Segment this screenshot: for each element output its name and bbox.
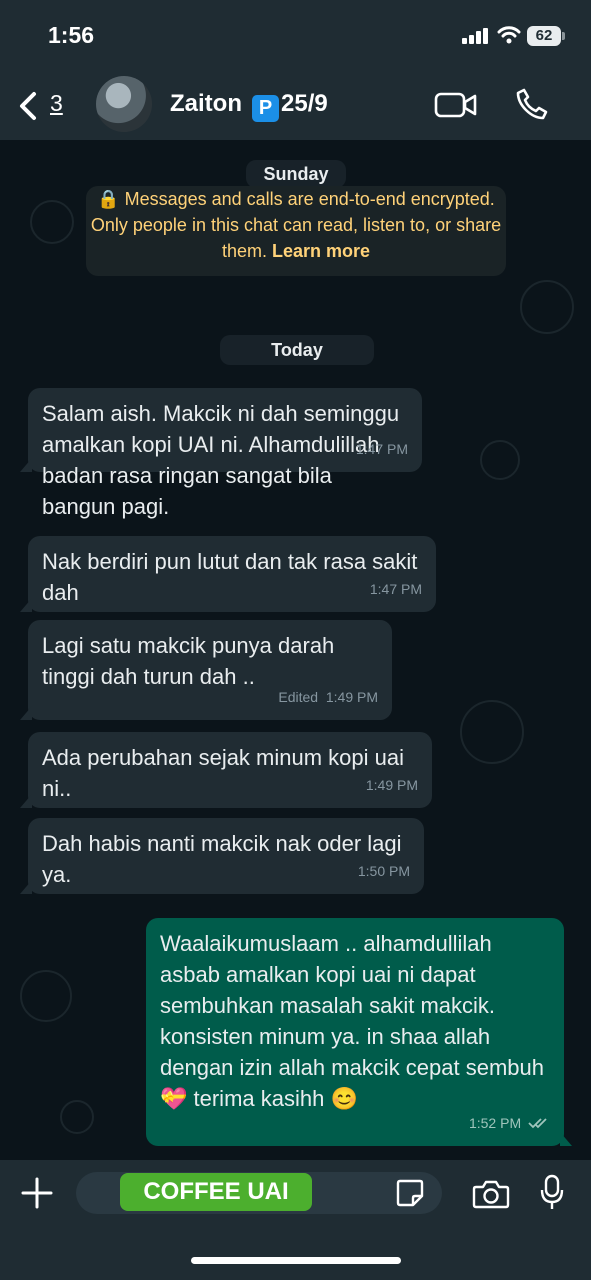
date-separator-today: Today	[220, 335, 374, 365]
coffee-uai-overlay-label: COFFEE UAI	[120, 1173, 312, 1211]
microphone-icon[interactable]	[540, 1174, 564, 1212]
wallpaper-doodle	[60, 1100, 94, 1134]
contact-name[interactable]: Zaiton P 25/9	[170, 90, 328, 122]
message-text: Lagi satu makcik punya darah tinggi dah …	[42, 633, 335, 689]
contact-name-text: Zaiton	[170, 90, 242, 117]
wallpaper-doodle	[480, 440, 520, 480]
cellular-signal-icon	[462, 28, 488, 44]
chat-area[interactable]: Sunday 🔒 Messages and calls are end-to-en…	[0, 140, 591, 1160]
double-check-icon	[528, 1118, 547, 1129]
contact-name-suffix: 25/9	[281, 90, 328, 117]
battery-icon: 62	[527, 26, 565, 46]
encryption-notice[interactable]: 🔒 Messages and calls are end-to-end encry…	[86, 186, 506, 276]
message-text: Waalaikumuslaam .. alhamdullilah asbab a…	[160, 931, 545, 1111]
status-time: 1:56	[48, 22, 95, 48]
bubble-tail	[20, 706, 32, 720]
message-time: 1:49 PM	[365, 777, 418, 793]
parking-badge-icon: P	[252, 95, 279, 122]
edited-label: Edited	[278, 689, 319, 705]
lock-icon: 🔒	[97, 189, 120, 209]
status-bar: 1:56 62	[0, 0, 591, 70]
wifi-icon	[497, 26, 521, 44]
contact-avatar[interactable]	[96, 76, 152, 132]
back-chevron-icon[interactable]	[12, 88, 52, 124]
message-meta: Edited 1:49 PM	[278, 682, 378, 713]
date-separator-sunday: Sunday	[246, 160, 346, 188]
bubble-tail	[20, 880, 32, 894]
message-bubble-outgoing[interactable]: Waalaikumuslaam .. alhamdullilah asbab a…	[146, 918, 572, 1146]
bubble-tail	[20, 598, 32, 612]
message-time: 1:47 PM	[369, 581, 422, 597]
bubble-tail	[560, 1132, 572, 1146]
wallpaper-doodle	[30, 200, 74, 244]
video-call-icon[interactable]	[434, 90, 478, 120]
message-time: 1:52 PM	[468, 1115, 522, 1131]
wallpaper-doodle	[20, 970, 72, 1022]
learn-more-link[interactable]: Learn more	[272, 241, 370, 261]
wallpaper-doodle	[460, 700, 524, 764]
message-time: 1:49 PM	[325, 689, 378, 705]
message-bubble-incoming[interactable]: Salam aish. Makcik ni dah seminggu amalk…	[20, 388, 422, 519]
unread-count[interactable]: 3	[50, 90, 63, 117]
message-bubble-incoming[interactable]: Dah habis nanti makcik nak oder lagi ya.…	[20, 818, 424, 894]
message-time: 1:50 PM	[357, 863, 410, 879]
camera-icon[interactable]	[472, 1178, 510, 1210]
message-time: 1:47 PM	[355, 441, 408, 457]
message-text: Salam aish. Makcik ni dah seminggu amalk…	[42, 401, 400, 519]
message-text: Dah habis nanti makcik nak oder lagi ya.	[42, 831, 402, 887]
message-meta: 1:52 PM	[469, 1108, 550, 1139]
chat-header: 3 Zaiton P 25/9	[0, 70, 591, 140]
message-bubble-incoming[interactable]: Ada perubahan sejak minum kopi uai ni.. …	[20, 732, 432, 808]
bubble-tail	[20, 458, 32, 472]
bubble-tail	[20, 794, 32, 808]
plus-icon[interactable]	[20, 1176, 54, 1210]
message-text: Ada perubahan sejak minum kopi uai ni..	[42, 745, 405, 801]
message-text: Nak berdiri pun lutut dan tak rasa sakit…	[42, 549, 418, 605]
wallpaper-doodle	[520, 280, 574, 334]
message-bubble-incoming[interactable]: Nak berdiri pun lutut dan tak rasa sakit…	[20, 536, 436, 612]
message-bubble-incoming[interactable]: Lagi satu makcik punya darah tinggi dah …	[20, 620, 392, 720]
sticker-icon[interactable]	[395, 1178, 425, 1208]
message-input-bar: COFFEE UAI	[0, 1160, 591, 1280]
home-indicator[interactable]	[191, 1257, 401, 1264]
voice-call-icon[interactable]	[515, 87, 549, 121]
